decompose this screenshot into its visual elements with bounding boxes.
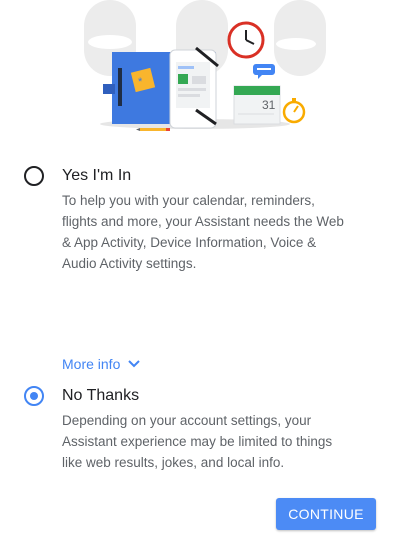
more-info-label: More info: [62, 356, 121, 372]
stopwatch-icon: [282, 98, 306, 124]
yes-radio[interactable]: [24, 166, 44, 186]
yes-option-description: To help you with your calendar, reminder…: [62, 193, 344, 271]
yes-option-title: Yes I'm In: [62, 167, 132, 184]
radio-selected-dot: [30, 392, 38, 400]
pencil-icon: [136, 128, 170, 131]
calendar-icon: 31: [233, 85, 281, 125]
more-info-link[interactable]: More info: [62, 354, 141, 374]
no-option-title: No Thanks: [62, 387, 140, 404]
no-radio[interactable]: [24, 386, 44, 406]
calendar-day: 31: [262, 98, 276, 112]
header-illustration: * 31: [84, 0, 326, 131]
chat-bubble-icon: [253, 64, 275, 79]
continue-button[interactable]: CONTINUE: [276, 498, 376, 530]
clock-icon: [227, 21, 265, 59]
chevron-down-icon: [128, 360, 141, 368]
svg-text:*: *: [138, 76, 143, 88]
no-option-description: Depending on your account settings, your…: [62, 413, 333, 470]
phone-icon: [169, 49, 217, 129]
